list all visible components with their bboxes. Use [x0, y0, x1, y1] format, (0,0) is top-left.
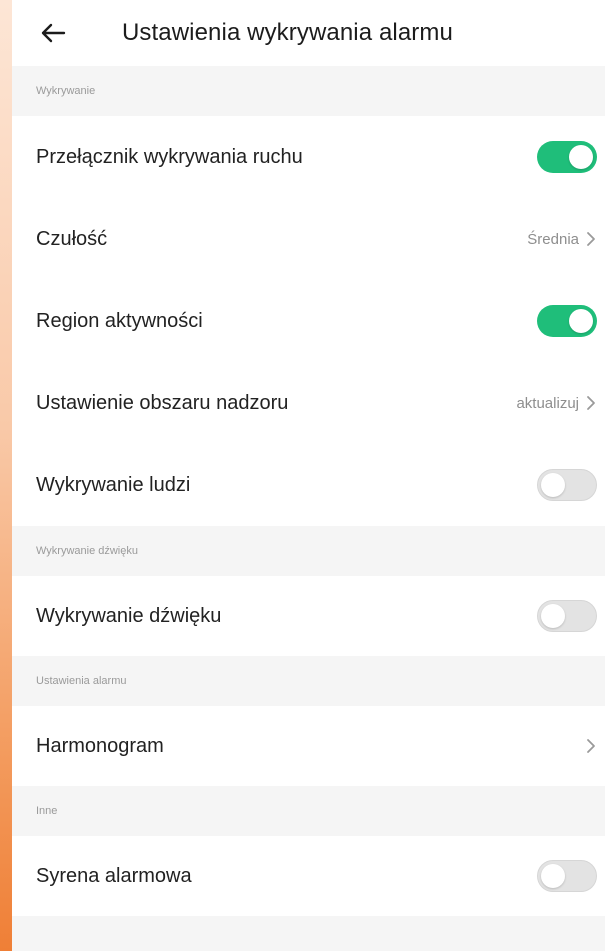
- toggle-knob: [541, 473, 565, 497]
- sound-detection-label: Wykrywanie dźwięku: [36, 604, 222, 627]
- siren-row[interactable]: Syrena alarmowa: [0, 836, 605, 916]
- sound-detection-toggle[interactable]: [537, 600, 597, 632]
- sensitivity-label: Czułość: [36, 227, 108, 250]
- toggle-knob: [541, 864, 565, 888]
- section-header-other: Inne: [0, 786, 605, 836]
- motion-detection-switch-row[interactable]: Przełącznik wykrywania ruchu: [0, 116, 605, 198]
- schedule-label: Harmonogram: [36, 734, 164, 757]
- chevron-right-icon: [585, 229, 597, 249]
- back-button[interactable]: [30, 10, 76, 56]
- surveillance-area-label: Ustawienie obszaru nadzoru: [36, 391, 289, 414]
- section-header-alarm: Ustawienia alarmu: [0, 656, 605, 706]
- left-edge-accent: [0, 0, 12, 951]
- app-header: Ustawienia wykrywania alarmu: [0, 0, 605, 66]
- sensitivity-value: Średnia: [527, 230, 579, 248]
- toggle-knob: [569, 309, 593, 333]
- chevron-right-icon: [585, 393, 597, 413]
- surveillance-area-row[interactable]: Ustawienie obszaru nadzoru aktualizuj: [0, 362, 605, 444]
- human-detection-toggle[interactable]: [537, 469, 597, 501]
- surveillance-area-value-group: aktualizuj: [516, 393, 597, 413]
- schedule-row[interactable]: Harmonogram: [0, 706, 605, 786]
- motion-detection-switch-label: Przełącznik wykrywania ruchu: [36, 145, 303, 168]
- human-detection-label: Wykrywanie ludzi: [36, 473, 191, 496]
- activity-region-label: Region aktywności: [36, 309, 203, 332]
- motion-detection-toggle[interactable]: [537, 141, 597, 173]
- sensitivity-row[interactable]: Czułość Średnia: [0, 198, 605, 280]
- siren-toggle[interactable]: [537, 860, 597, 892]
- human-detection-row[interactable]: Wykrywanie ludzi: [0, 444, 605, 526]
- page-title: Ustawienia wykrywania alarmu: [122, 19, 453, 46]
- section-header-sound: Wykrywanie dźwięku: [0, 526, 605, 576]
- sound-detection-row[interactable]: Wykrywanie dźwięku: [0, 576, 605, 656]
- arrow-left-icon: [41, 23, 66, 43]
- section-header-detection: Wykrywanie: [0, 66, 605, 116]
- activity-region-row[interactable]: Region aktywności: [0, 280, 605, 362]
- activity-region-toggle[interactable]: [537, 305, 597, 337]
- chevron-right-icon: [585, 736, 597, 756]
- surveillance-area-value: aktualizuj: [516, 394, 579, 412]
- siren-label: Syrena alarmowa: [36, 864, 192, 887]
- sensitivity-value-group: Średnia: [527, 229, 597, 249]
- schedule-value-group: [585, 736, 597, 756]
- toggle-knob: [569, 145, 593, 169]
- toggle-knob: [541, 604, 565, 628]
